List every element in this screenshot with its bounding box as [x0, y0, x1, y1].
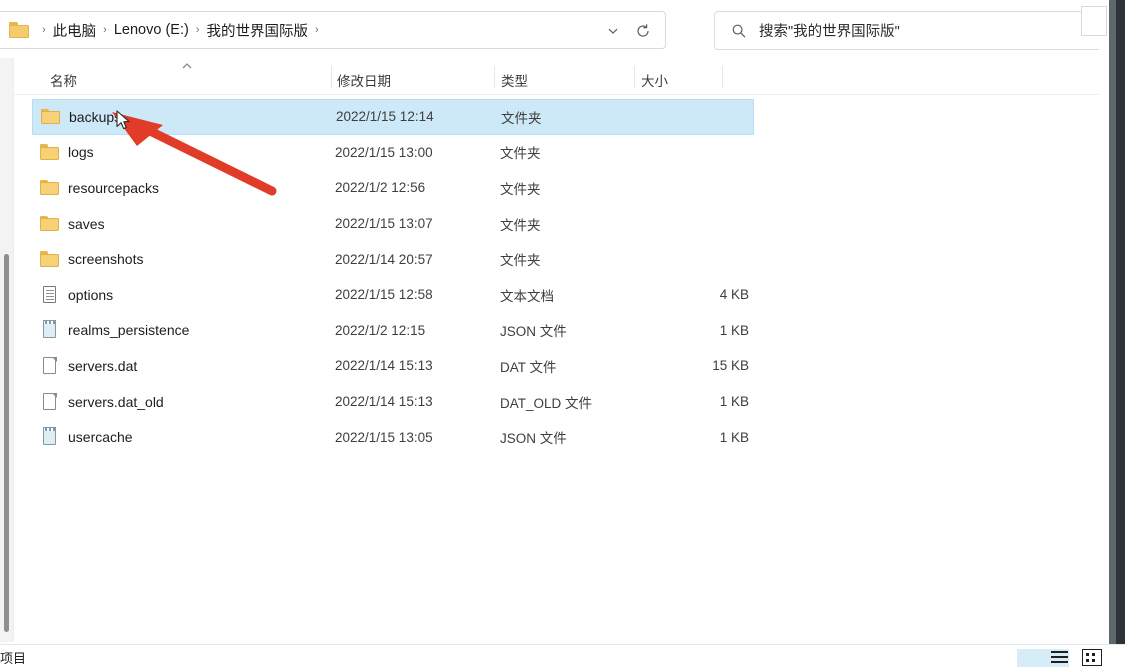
- file-date-modified: 2022/1/15 13:00: [335, 145, 433, 160]
- file-date-modified: 2022/1/2 12:15: [335, 323, 425, 338]
- file-date-modified: 2022/1/15 12:14: [336, 109, 434, 124]
- column-header-date[interactable]: 修改日期: [337, 70, 391, 90]
- file-type: 文件夹: [500, 142, 541, 162]
- file-name[interactable]: options: [68, 287, 113, 303]
- column-header-size[interactable]: 大小: [641, 70, 668, 90]
- file-name[interactable]: servers.dat_old: [68, 394, 164, 410]
- details-view-icon[interactable]: [1049, 647, 1071, 667]
- table-row[interactable]: servers.dat_old 2022/1/14 15:13 DAT_OLD 文件…: [32, 384, 754, 420]
- window-corner-control[interactable]: [1081, 6, 1107, 36]
- file-date-modified: 2022/1/14 15:13: [335, 358, 433, 373]
- file-name[interactable]: servers.dat: [68, 358, 137, 374]
- file-date-modified: 2022/1/15 13:05: [335, 430, 433, 445]
- table-row[interactable]: backups 2022/1/15 12:14 文件夹: [32, 99, 754, 135]
- file-type: 文本文档: [500, 285, 554, 305]
- breadcrumb-item-current-folder[interactable]: 我的世界国际版: [206, 20, 308, 41]
- json-file-icon: [40, 427, 60, 447]
- file-name[interactable]: saves: [68, 216, 105, 232]
- file-type: 文件夹: [500, 178, 541, 198]
- window-right-margin: [1099, 0, 1109, 620]
- breadcrumb: › 此电脑 › Lenovo (E:) › 我的世界国际版 ›: [9, 12, 326, 48]
- file-date-modified: 2022/1/15 12:58: [335, 287, 433, 302]
- refresh-icon[interactable]: [631, 20, 655, 42]
- breadcrumb-item-this-pc[interactable]: 此电脑: [53, 20, 97, 41]
- breadcrumb-separator-3[interactable]: ›: [308, 24, 326, 36]
- column-divider-4[interactable]: [722, 66, 723, 88]
- column-divider-2[interactable]: [494, 66, 495, 88]
- file-type: 文件夹: [501, 107, 542, 127]
- status-bar: 项目: [0, 644, 1125, 667]
- folder-icon: [9, 22, 29, 38]
- file-name[interactable]: usercache: [68, 429, 133, 445]
- sort-ascending-icon: [181, 62, 193, 72]
- file-date-modified: 2022/1/14 15:13: [335, 394, 433, 409]
- table-row[interactable]: usercache 2022/1/15 13:05 JSON 文件 1 KB: [32, 419, 754, 455]
- file-name[interactable]: logs: [68, 144, 94, 160]
- breadcrumb-separator-0[interactable]: ›: [35, 24, 53, 36]
- file-size: 1 KB: [720, 430, 749, 445]
- column-divider-1[interactable]: [331, 66, 332, 88]
- folder-icon: [40, 249, 60, 269]
- search-input[interactable]: 搜索"我的世界国际版": [759, 20, 900, 41]
- column-divider-3[interactable]: [634, 66, 635, 88]
- file-list[interactable]: backups 2022/1/15 12:14 文件夹 logs 2022/1/15 1…: [0, 99, 1125, 619]
- file-name[interactable]: resourcepacks: [68, 180, 159, 196]
- address-bar[interactable]: › 此电脑 › Lenovo (E:) › 我的世界国际版 ›: [0, 11, 666, 49]
- item-count-label: 项目: [0, 648, 26, 667]
- explorer-toolbar: › 此电脑 › Lenovo (E:) › 我的世界国际版 ›: [0, 0, 1125, 56]
- file-type: DAT_OLD 文件: [500, 392, 592, 412]
- table-row[interactable]: servers.dat 2022/1/14 15:13 DAT 文件 15 KB: [32, 348, 754, 384]
- file-size: 1 KB: [720, 394, 749, 409]
- file-date-modified: 2022/1/15 13:07: [335, 216, 433, 231]
- folder-icon: [40, 142, 60, 162]
- table-row[interactable]: realms_persistence 2022/1/2 12:15 JSON 文件 1…: [32, 313, 754, 349]
- file-type: DAT 文件: [500, 356, 557, 376]
- desktop-edge-light: [1109, 0, 1116, 667]
- file-date-modified: 2022/1/14 20:57: [335, 252, 433, 267]
- large-icons-view-icon[interactable]: [1081, 647, 1103, 667]
- table-row[interactable]: options 2022/1/15 12:58 文本文档 4 KB: [32, 277, 754, 313]
- column-header-name[interactable]: 名称: [50, 70, 77, 90]
- breadcrumb-separator-1[interactable]: ›: [96, 24, 114, 36]
- view-mode-toggles[interactable]: [1049, 647, 1103, 667]
- file-type: JSON 文件: [500, 320, 567, 340]
- file-name[interactable]: backups: [69, 109, 121, 125]
- file-date-modified: 2022/1/2 12:56: [335, 180, 425, 195]
- file-name[interactable]: screenshots: [68, 251, 143, 267]
- breadcrumb-separator-2[interactable]: ›: [189, 24, 207, 36]
- column-header-type[interactable]: 类型: [501, 70, 528, 90]
- breadcrumb-item-lenovo-e[interactable]: Lenovo (E:): [114, 22, 189, 38]
- folder-icon: [40, 178, 60, 198]
- file-type: JSON 文件: [500, 427, 567, 447]
- file-name[interactable]: realms_persistence: [68, 322, 189, 338]
- chevron-down-icon[interactable]: [601, 20, 625, 42]
- text-document-icon: [40, 285, 60, 305]
- json-file-icon: [40, 320, 60, 340]
- table-row[interactable]: logs 2022/1/15 13:00 文件夹: [32, 135, 754, 171]
- folder-icon: [41, 107, 61, 127]
- generic-file-icon: [40, 356, 60, 376]
- search-icon: [731, 23, 747, 39]
- table-row[interactable]: screenshots 2022/1/14 20:57 文件夹: [32, 241, 754, 277]
- generic-file-icon: [40, 392, 60, 412]
- file-size: 1 KB: [720, 323, 749, 338]
- file-size: 15 KB: [712, 358, 749, 373]
- scrollbar-thumb[interactable]: [4, 254, 9, 632]
- table-row[interactable]: saves 2022/1/15 13:07 文件夹: [32, 206, 754, 242]
- table-row[interactable]: resourcepacks 2022/1/2 12:56 文件夹: [32, 170, 754, 206]
- file-type: 文件夹: [500, 249, 541, 269]
- file-size: 4 KB: [720, 287, 749, 302]
- column-header-row: 名称 修改日期 类型 大小: [0, 62, 1125, 95]
- file-type: 文件夹: [500, 214, 541, 234]
- folder-icon: [40, 214, 60, 234]
- navigation-pane-scrollbar[interactable]: [0, 58, 14, 642]
- search-box[interactable]: 搜索"我的世界国际版": [714, 11, 1106, 50]
- desktop-edge-dark: [1116, 0, 1125, 667]
